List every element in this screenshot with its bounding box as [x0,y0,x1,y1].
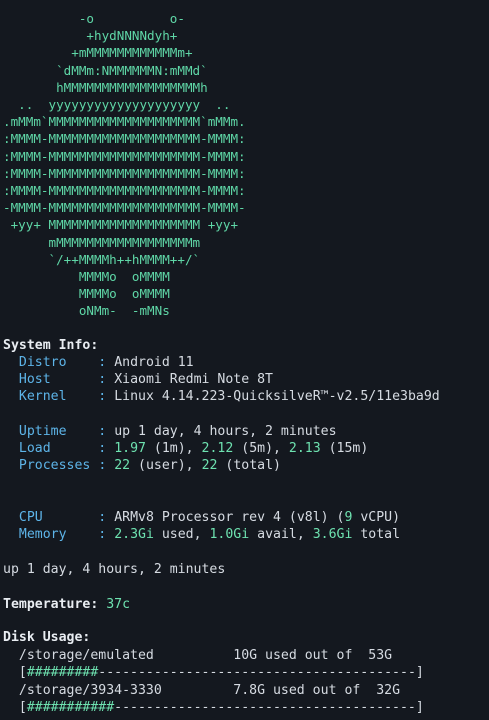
kernel-row: Kernel : Linux 4.14.223-QuicksilveR™-v2.… [18,389,440,404]
host-value: Xiaomi Redmi Note 8T [114,372,273,387]
ascii-art-line: +yy+ MMMMMMMMMMMMMMMMMMMM +yy+ [10,217,239,233]
disk-emulated-row: /storage/emulated 10G used out of 53G [18,648,393,663]
system-info-header: System Info: [3,338,99,353]
ascii-art-line: oNMm- -mMNs [3,303,170,319]
ascii-art-line: +mMMMMMMMMMMMMm+ [71,45,193,61]
processes-row: Processes : 22 (user), 22 (total) [18,458,281,473]
disk-sdcard-row: /storage/3934-3330 7.8G used out of 32G [18,683,401,698]
ascii-art-line: +hydNNNNdyh+ [86,28,178,44]
load-15m: 2.13 [288,441,321,456]
terminal-window[interactable]: -o o- +hydNNNNdyh+ +mMMMMMMMMMMMMm+ `dMM… [0,0,489,720]
distro-row: Distro : Android 11 [18,355,194,370]
processes-label: Processes [18,458,91,473]
temperature-row: Temperature: 37c [3,596,130,613]
uptime-value: up 1 day, 4 hours, 2 minutes [114,424,337,439]
processes-total: 22 [201,458,218,473]
uptime-line: up 1 day, 4 hours, 2 minutes [3,562,226,577]
disk-bar-rest: -------------------------------------- [114,700,416,715]
ascii-art-line: MMMMo oMMMM [78,269,170,285]
host-row: Host : Xiaomi Redmi Note 8T [18,372,273,387]
disk-path: /storage/emulated [18,648,154,663]
ascii-art-line: hMMMMMMMMMMMMMMMMMMh [56,79,208,95]
load-1m: 1.97 [114,441,146,456]
disk-used: 7.8G [233,683,266,698]
ascii-art-line: -MMMM-MMMMMMMMMMMMMMMMMMMM-MMMM- [3,200,246,216]
ascii-art-line: :MMMM-MMMMMMMMMMMMMMMMMMMM-MMMM: [3,183,246,199]
ascii-art-line: .. yyyyyyyyyyyyyyyyyyyy .. [18,97,231,113]
processes-user: 22 [114,458,131,473]
temperature-label: Temperature: [3,597,99,612]
kernel-value: Linux 4.14.223-QuicksilveR™-v2.5/11e3ba9… [114,389,440,404]
ascii-art-line: :MMMM-MMMMMMMMMMMMMMMMMMMM-MMMM: [3,131,246,147]
load-row: Load : 1.97 (1m), 2.12 (5m), 2.13 (15m) [18,441,369,456]
load-label: Load [18,441,51,456]
uptime-row: Uptime : up 1 day, 4 hours, 2 minutes [18,424,337,439]
host-label: Host [18,372,51,387]
cpu-row: CPU : ARMv8 Processor rev 4 (v8l) (9 vCP… [18,510,401,525]
distro-value: Android 11 [114,355,194,370]
disk-path: /storage/3934-3330 [18,683,162,698]
disk-usage-header: Disk Usage: [3,630,91,645]
memory-avail: 1.0Gi [209,527,250,542]
load-5m: 2.12 [201,441,234,456]
disk-bar-fill: ########### [26,700,115,715]
memory-row: Memory : 2.3Gi used, 1.0Gi avail, 3.6Gi … [18,527,401,542]
ascii-art-line: :MMMM-MMMMMMMMMMMMMMMMMMMM-MMMM: [3,148,246,164]
temperature-value: 37c [106,597,131,612]
ascii-art-line: `/++MMMMh++hMMMM++/` [48,251,201,267]
disk-emulated-bar: [#########------------------------------… [3,665,424,680]
cpu-model: ARMv8 Processor rev 4 (v8l) ( [114,510,345,525]
ascii-art-line: MMMMo oMMMM [78,286,170,302]
disk-sdcard-bar: [###########----------------------------… [3,700,424,715]
ascii-art-line: `dMMm:NMMMMMMN:mMMd` [56,62,208,78]
ascii-art-line: .mMMm`MMMMMMMMMMMMMMMMMMMM`mMMm. [3,114,246,130]
disk-bar-rest: ---------------------------------------- [98,665,416,680]
disk-total: 32G [376,683,401,698]
memory-used: 2.3Gi [114,527,154,542]
uptime-label: Uptime [18,424,67,439]
kernel-label: Kernel [18,389,67,404]
memory-label: Memory [18,527,67,542]
disk-bar-fill: ######### [26,665,99,680]
android-ascii-logo: -o o- +hydNNNNdyh+ +mMMMMMMMMMMMMm+ `dMM… [3,10,246,320]
ascii-art-line: mMMMMMMMMMMMMMMMMMMm [48,234,201,250]
cpu-label: CPU [18,510,43,525]
disk-total: 53G [368,648,393,663]
ascii-art-line: :MMMM-MMMMMMMMMMMMMMMMMMMM-MMMM: [3,165,246,181]
ascii-art-line: -o o- [78,11,185,26]
memory-total: 3.6Gi [312,527,353,542]
disk-used: 10G [233,648,258,663]
distro-label: Distro [18,355,67,370]
